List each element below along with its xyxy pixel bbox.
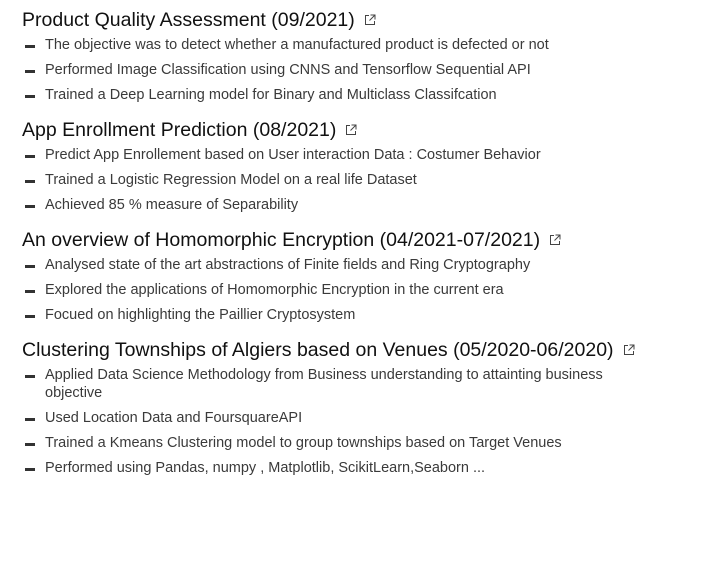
list-item: Predict App Enrollement based on User in… (25, 146, 702, 164)
list-item: The objective was to detect whether a ma… (25, 36, 702, 54)
bullet-text: Focued on highlighting the Paillier Cryp… (45, 307, 356, 323)
projects-section: Product Quality Assessment (09/2021) The… (22, 8, 702, 491)
bullet-text: Trained a Kmeans Clustering model to gro… (45, 435, 562, 451)
project-entry: Product Quality Assessment (09/2021) The… (22, 8, 702, 104)
dash-bullet-icon (25, 443, 35, 446)
dash-bullet-icon (25, 180, 35, 183)
project-title: Clustering Townships of Algiers based on… (22, 339, 614, 361)
external-link-icon[interactable] (549, 234, 561, 246)
list-item: Performed Image Classification using CNN… (25, 61, 702, 79)
external-link-icon[interactable] (345, 124, 357, 136)
dash-bullet-icon (25, 155, 35, 158)
bullet-text: Trained a Logistic Regression Model on a… (45, 172, 417, 188)
list-item: Trained a Deep Learning model for Binary… (25, 86, 702, 104)
list-item: Focued on highlighting the Paillier Cryp… (25, 306, 702, 324)
dash-bullet-icon (25, 375, 35, 378)
bullet-text: The objective was to detect whether a ma… (45, 37, 549, 53)
external-link-icon[interactable] (364, 14, 376, 26)
project-title-row: App Enrollment Prediction (08/2021) (22, 118, 702, 142)
bullet-text: Applied Data Science Methodology from Bu… (45, 367, 603, 401)
project-bullets: Predict App Enrollement based on User in… (22, 146, 702, 214)
project-title-row: An overview of Homomorphic Encryption (0… (22, 228, 702, 252)
list-item: Performed using Pandas, numpy , Matplotl… (25, 459, 702, 477)
project-entry: An overview of Homomorphic Encryption (0… (22, 228, 702, 324)
dash-bullet-icon (25, 70, 35, 73)
bullet-text: Analysed state of the art abstractions o… (45, 257, 531, 273)
list-item: Applied Data Science Methodology from Bu… (25, 366, 702, 402)
project-title: App Enrollment Prediction (08/2021) (22, 119, 337, 141)
external-link-icon[interactable] (623, 344, 635, 356)
project-bullets: Applied Data Science Methodology from Bu… (22, 366, 702, 477)
project-entry: App Enrollment Prediction (08/2021) Pred… (22, 118, 702, 214)
dash-bullet-icon (25, 45, 35, 48)
project-entry: Clustering Townships of Algiers based on… (22, 338, 702, 477)
list-item: Achieved 85 % measure of Separability (25, 196, 702, 214)
dash-bullet-icon (25, 315, 35, 318)
bullet-text: Trained a Deep Learning model for Binary… (45, 87, 497, 103)
list-item: Explored the applications of Homomorphic… (25, 281, 702, 299)
bullet-text: Predict App Enrollement based on User in… (45, 147, 541, 163)
bullet-text: Used Location Data and FoursquareAPI (45, 410, 303, 426)
list-item: Used Location Data and FoursquareAPI (25, 409, 702, 427)
project-title: An overview of Homomorphic Encryption (0… (22, 229, 541, 251)
dash-bullet-icon (25, 205, 35, 208)
project-title-row: Clustering Townships of Algiers based on… (22, 338, 702, 362)
list-item: Trained a Kmeans Clustering model to gro… (25, 434, 702, 452)
project-bullets: Analysed state of the art abstractions o… (22, 256, 702, 324)
bullet-text: Performed Image Classification using CNN… (45, 62, 531, 78)
dash-bullet-icon (25, 290, 35, 293)
project-bullets: The objective was to detect whether a ma… (22, 36, 702, 104)
bullet-text: Achieved 85 % measure of Separability (45, 197, 299, 213)
dash-bullet-icon (25, 468, 35, 471)
dash-bullet-icon (25, 265, 35, 268)
project-title: Product Quality Assessment (09/2021) (22, 9, 355, 31)
project-title-row: Product Quality Assessment (09/2021) (22, 8, 702, 32)
bullet-text: Explored the applications of Homomorphic… (45, 282, 504, 298)
dash-bullet-icon (25, 95, 35, 98)
list-item: Analysed state of the art abstractions o… (25, 256, 702, 274)
bullet-text: Performed using Pandas, numpy , Matplotl… (45, 460, 486, 476)
list-item: Trained a Logistic Regression Model on a… (25, 171, 702, 189)
dash-bullet-icon (25, 418, 35, 421)
